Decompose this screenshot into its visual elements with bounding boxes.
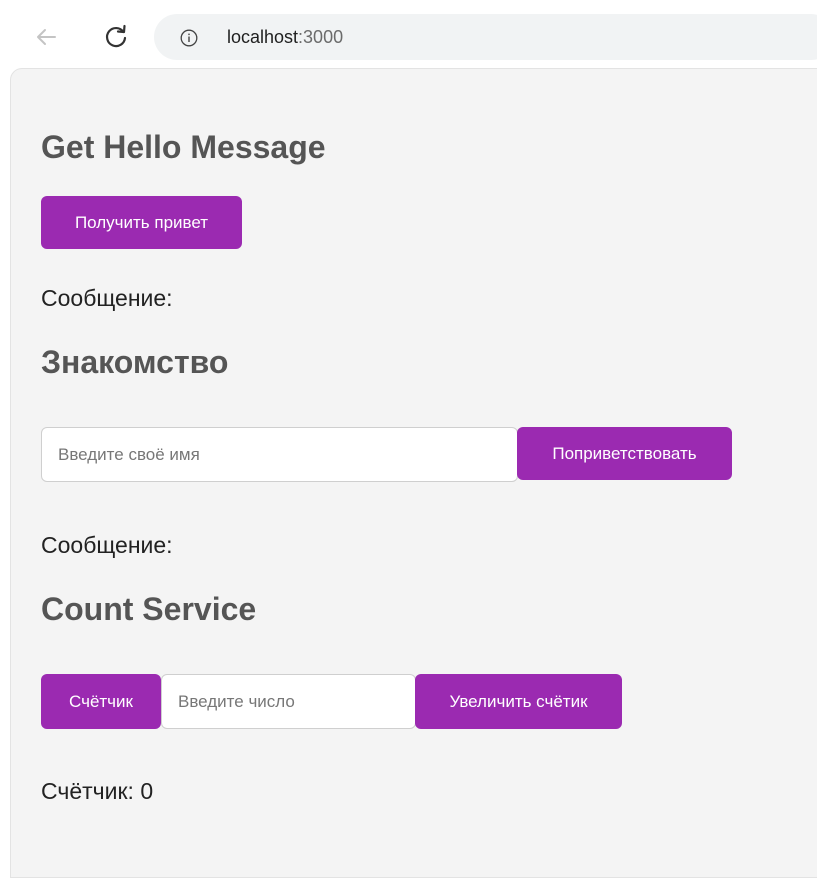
increment-counter-button[interactable]: Увеличить счётик	[415, 674, 622, 729]
reload-icon[interactable]	[101, 22, 131, 52]
count-section-title: Count Service	[41, 591, 257, 627]
back-arrow-icon[interactable]	[31, 22, 61, 52]
name-input[interactable]	[41, 427, 518, 482]
page-content: Get Hello Message Получить привет Сообще…	[10, 68, 817, 878]
greet-message-label: Сообщение:	[41, 532, 173, 558]
url-text: localhost:3000	[227, 27, 343, 48]
number-input[interactable]	[161, 674, 416, 729]
hello-section-title: Get Hello Message	[41, 129, 326, 165]
url-host: localhost	[227, 27, 299, 47]
browser-toolbar: localhost:3000	[0, 0, 817, 68]
greet-section-title: Знакомство	[41, 344, 229, 380]
greet-button[interactable]: Поприветствовать	[517, 427, 732, 480]
get-hello-button[interactable]: Получить привет	[41, 196, 242, 249]
counter-button[interactable]: Счётчик	[41, 674, 161, 729]
hello-message-label: Сообщение:	[41, 285, 173, 311]
info-icon[interactable]	[180, 29, 198, 47]
counter-value-text: Счётчик: 0	[41, 778, 154, 804]
address-bar[interactable]: localhost:3000	[154, 14, 817, 60]
url-port: :3000	[298, 27, 344, 47]
